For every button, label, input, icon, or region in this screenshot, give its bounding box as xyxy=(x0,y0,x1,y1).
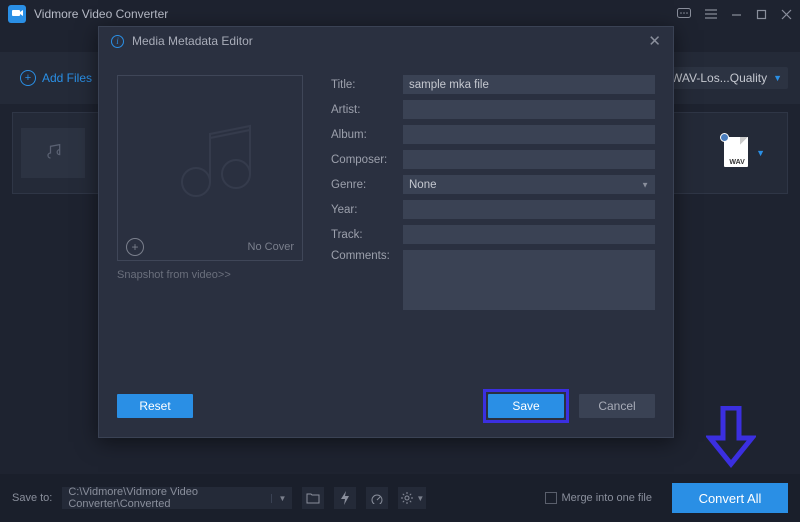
close-modal-button[interactable]: ✕ xyxy=(648,32,661,50)
save-path-dropdown[interactable]: C:\Vidmore\Vidmore Video Converter\Conve… xyxy=(62,487,292,509)
checkbox-icon xyxy=(545,492,557,504)
save-button-highlight: Save xyxy=(483,389,569,423)
output-format-label: WAV-Los...Quality xyxy=(671,71,767,85)
genre-value[interactable] xyxy=(403,175,655,194)
high-speed-button[interactable] xyxy=(366,487,388,509)
chevron-down-icon: ▼ xyxy=(271,494,286,503)
settings-button[interactable]: ▼ xyxy=(398,487,426,509)
artist-label: Artist: xyxy=(331,104,395,116)
plus-circle-icon: + xyxy=(20,70,36,86)
menu-icon[interactable] xyxy=(705,9,717,19)
artist-input[interactable] xyxy=(403,100,655,119)
close-icon[interactable] xyxy=(781,9,792,20)
info-icon: i xyxy=(111,35,124,48)
chevron-down-icon: ▼ xyxy=(773,73,782,83)
track-label: Track: xyxy=(331,229,395,241)
genre-label: Genre: xyxy=(331,179,395,191)
file-badge: WAV xyxy=(724,159,750,166)
snapshot-link[interactable]: Snapshot from video>> xyxy=(117,269,303,281)
modal-header: i Media Metadata Editor ✕ xyxy=(99,27,673,55)
add-cover-button[interactable]: + xyxy=(126,238,144,256)
year-label: Year: xyxy=(331,204,395,216)
title-label: Title: xyxy=(331,79,395,91)
app-title: Vidmore Video Converter xyxy=(34,7,677,21)
merge-label: Merge into one file xyxy=(562,492,653,504)
chevron-down-icon[interactable]: ▼ xyxy=(756,148,765,158)
title-input[interactable] xyxy=(403,75,655,94)
year-input[interactable] xyxy=(403,200,655,219)
save-button[interactable]: Save xyxy=(488,394,564,418)
hardware-accel-button[interactable] xyxy=(334,487,356,509)
save-path-text: C:\Vidmore\Vidmore Video Converter\Conve… xyxy=(68,486,271,510)
comments-label: Comments: xyxy=(331,250,395,262)
composer-input[interactable] xyxy=(403,150,655,169)
chevron-down-icon: ▼ xyxy=(416,494,424,503)
track-input[interactable] xyxy=(403,225,655,244)
modal-title: Media Metadata Editor xyxy=(132,34,648,48)
music-note-icon xyxy=(43,143,63,163)
feedback-icon[interactable] xyxy=(677,8,691,20)
annotation-arrow-icon xyxy=(706,406,756,468)
minimize-icon[interactable] xyxy=(731,9,742,20)
metadata-editor-modal: i Media Metadata Editor ✕ + No Cover Sna… xyxy=(98,26,674,438)
cover-art-box: + No Cover xyxy=(117,75,303,261)
save-to-label: Save to: xyxy=(12,492,52,504)
open-folder-button[interactable] xyxy=(302,487,324,509)
add-files-label: Add Files xyxy=(42,71,92,85)
album-label: Album: xyxy=(331,129,395,141)
wav-file-icon: WAV xyxy=(724,137,750,169)
genre-select[interactable]: ▼ xyxy=(403,175,655,194)
album-input[interactable] xyxy=(403,125,655,144)
convert-all-button[interactable]: Convert All xyxy=(672,483,788,513)
bottom-bar: Save to: C:\Vidmore\Vidmore Video Conver… xyxy=(0,474,800,522)
output-format-button[interactable]: WAV-Los...Quality ▼ xyxy=(665,67,788,89)
cancel-button[interactable]: Cancel xyxy=(579,394,655,418)
no-cover-label: No Cover xyxy=(248,241,294,253)
file-thumbnail xyxy=(21,128,85,178)
maximize-icon[interactable] xyxy=(756,9,767,20)
reset-button[interactable]: Reset xyxy=(117,394,193,418)
merge-checkbox[interactable]: Merge into one file xyxy=(545,492,653,504)
title-bar: Vidmore Video Converter xyxy=(0,0,800,28)
comments-input[interactable] xyxy=(403,250,655,310)
composer-label: Composer: xyxy=(331,154,395,166)
music-placeholder-icon xyxy=(150,108,270,228)
app-logo xyxy=(8,5,26,23)
